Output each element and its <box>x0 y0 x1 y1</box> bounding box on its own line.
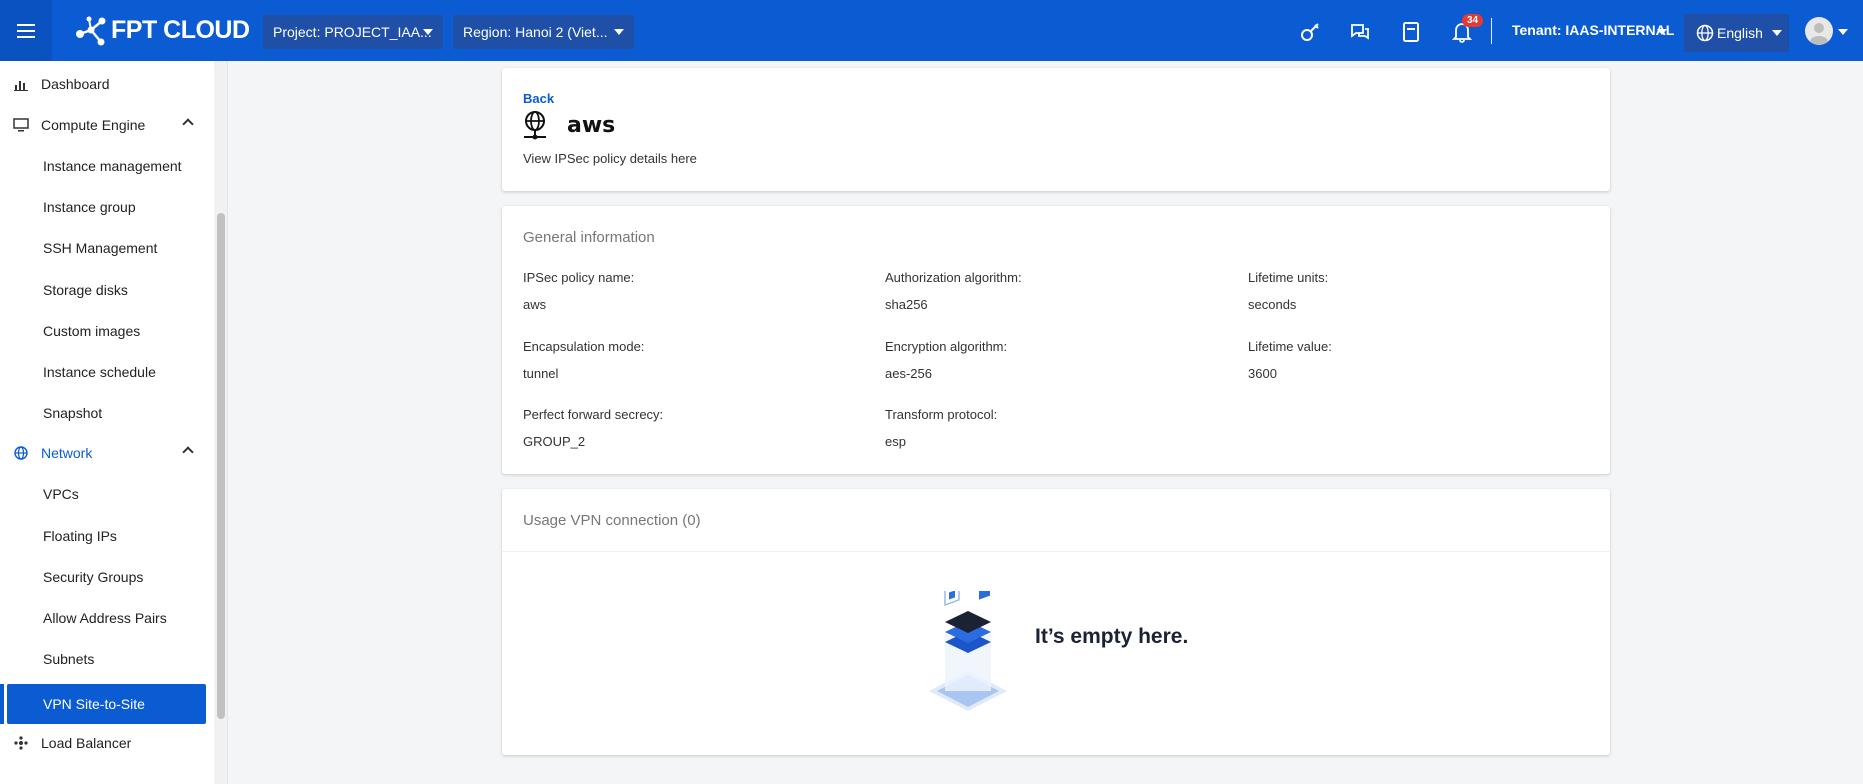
load-balancer-icon <box>13 735 29 751</box>
caret-down-icon <box>423 29 433 35</box>
page-subtitle: View IPSec policy details here <box>523 151 697 166</box>
sidebar-item-allow-address-pairs[interactable]: Allow Address Pairs <box>0 600 212 636</box>
network-globe-icon <box>524 111 546 140</box>
sidebar-item-label: Compute Engine <box>41 117 146 133</box>
caret-down-icon <box>1772 30 1782 36</box>
sidebar-item-security-groups[interactable]: Security Groups <box>0 559 212 595</box>
sidebar-item-label: Load Balancer <box>41 735 132 751</box>
field-label: Lifetime value: <box>1248 339 1332 354</box>
fpt-logo-icon <box>76 16 106 45</box>
field-label: Perfect forward secrecy: <box>523 407 664 422</box>
detail-header-card: Back aws View IPSec policy details here <box>502 68 1610 191</box>
sidebar-item-compute-engine[interactable]: Compute Engine <box>0 107 212 143</box>
globe-icon <box>13 445 29 461</box>
field-value: esp <box>885 434 906 449</box>
key-icon[interactable] <box>1298 20 1322 44</box>
empty-state-text: It’s empty here. <box>1035 625 1189 648</box>
sidebar-item-instance-schedule[interactable]: Instance schedule <box>0 354 212 390</box>
sidebar-item-snapshot[interactable]: Snapshot <box>0 395 212 431</box>
sidebar-item-label: Network <box>41 445 93 461</box>
region-select[interactable]: Region: Hanoi 2 (Viet... <box>453 15 634 49</box>
support-chat-icon[interactable] <box>1348 20 1372 44</box>
language-label: English <box>1717 25 1763 41</box>
back-link[interactable]: Back <box>523 91 554 106</box>
usage-vpn-connection-card: Usage VPN connection (0) It’s empty here… <box>502 489 1610 755</box>
page-title: aws <box>567 113 616 138</box>
sidebar-item-label: Snapshot <box>43 405 103 421</box>
project-select[interactable]: Project: PROJECT_IAA... <box>263 15 443 49</box>
sidebar-item-label: Instance group <box>43 199 136 215</box>
field-label: Encryption algorithm: <box>885 339 1008 354</box>
sidebar-item-custom-images[interactable]: Custom images <box>0 313 212 349</box>
monitor-icon <box>13 117 29 133</box>
sidebar-item-instance-group[interactable]: Instance group <box>0 189 212 225</box>
sidebar-item-dashboard[interactable]: Dashboard <box>0 66 212 102</box>
chevron-up-icon <box>182 446 194 458</box>
sidebar-item-instance-management[interactable]: Instance management <box>0 148 212 184</box>
globe-icon <box>1696 24 1714 42</box>
sidebar-item-label: Storage disks <box>43 282 128 298</box>
sidebar-item-load-balancer[interactable]: Load Balancer <box>0 725 212 761</box>
field-value: aes-256 <box>885 366 932 381</box>
active-indicator <box>0 684 4 724</box>
document-icon[interactable] <box>1399 20 1423 44</box>
sidebar-item-label: Subnets <box>43 651 95 667</box>
logo[interactable]: FPT CLOUD <box>75 16 250 46</box>
field-value: seconds <box>1248 297 1297 312</box>
field-value: GROUP_2 <box>523 434 586 449</box>
section-divider <box>502 551 1610 552</box>
section-title: General information <box>523 229 655 246</box>
sidebar-item-label: VPN Site-to-Site <box>43 696 145 712</box>
project-select-label: Project: PROJECT_IAA... <box>273 24 432 40</box>
sidebar-item-floating-ips[interactable]: Floating IPs <box>0 518 212 554</box>
language-select[interactable]: English <box>1684 14 1789 52</box>
section-title: Usage VPN connection (0) <box>523 512 701 529</box>
field-value: sha256 <box>885 297 928 312</box>
field-label: Lifetime units: <box>1248 270 1329 285</box>
field-label: IPSec policy name: <box>523 270 635 285</box>
sidebar-item-vpn-site-to-site[interactable]: VPN Site-to-Site <box>7 684 206 724</box>
sidebar-item-label: SSH Management <box>43 240 158 256</box>
chevron-up-icon <box>182 118 194 130</box>
notification-badge: 34 <box>1462 14 1484 27</box>
sidebar-item-network[interactable]: Network <box>0 435 212 471</box>
field-value: aws <box>523 297 547 312</box>
field-label: Transform protocol: <box>885 407 998 422</box>
field-label: Encapsulation mode: <box>523 339 645 354</box>
field-value: 3600 <box>1248 366 1277 381</box>
sidebar-item-label: Floating IPs <box>43 528 117 544</box>
sidebar-item-storage-disks[interactable]: Storage disks <box>0 272 212 308</box>
general-information-card: General information IPSec policy name: a… <box>502 206 1610 474</box>
sidebar-item-subnets[interactable]: Subnets <box>0 641 212 677</box>
menu-toggle-button[interactable] <box>0 0 52 61</box>
bar-chart-icon <box>13 76 29 92</box>
caret-down-icon[interactable] <box>1657 29 1667 35</box>
sidebar-item-label: Instance management <box>43 158 182 174</box>
sidebar-item-label: Custom images <box>43 323 141 339</box>
empty-state-illustration <box>929 591 1007 711</box>
logo-text: FPT CLOUD <box>111 16 250 44</box>
sidebar-item-label: Allow Address Pairs <box>43 610 167 626</box>
sidebar-item-ssh-management[interactable]: SSH Management <box>0 230 212 266</box>
notifications-button[interactable]: 34 <box>1450 14 1484 44</box>
sidebar-item-label: Instance schedule <box>43 364 156 380</box>
field-value: tunnel <box>523 366 559 381</box>
sidebar-item-label: Security Groups <box>43 569 144 585</box>
sidebar-item-label: VPCs <box>43 486 79 502</box>
sidebar-item-label: Dashboard <box>41 76 110 92</box>
caret-down-icon <box>614 29 624 35</box>
sidebar-item-vpcs[interactable]: VPCs <box>0 476 212 512</box>
sidebar-scrollbar-thumb[interactable] <box>217 213 225 719</box>
user-icon <box>1810 23 1828 45</box>
avatar[interactable] <box>1805 17 1833 45</box>
tenant-select[interactable]: Tenant: IAAS-INTERNAL <box>1512 22 1674 38</box>
field-label: Authorization algorithm: <box>885 270 1022 285</box>
caret-down-icon[interactable] <box>1838 29 1848 35</box>
sidebar: Dashboard Compute Engine Instance manage… <box>0 61 228 784</box>
hamburger-icon <box>17 22 35 40</box>
header-divider <box>1491 18 1492 44</box>
region-select-label: Region: Hanoi 2 (Viet... <box>463 24 608 40</box>
